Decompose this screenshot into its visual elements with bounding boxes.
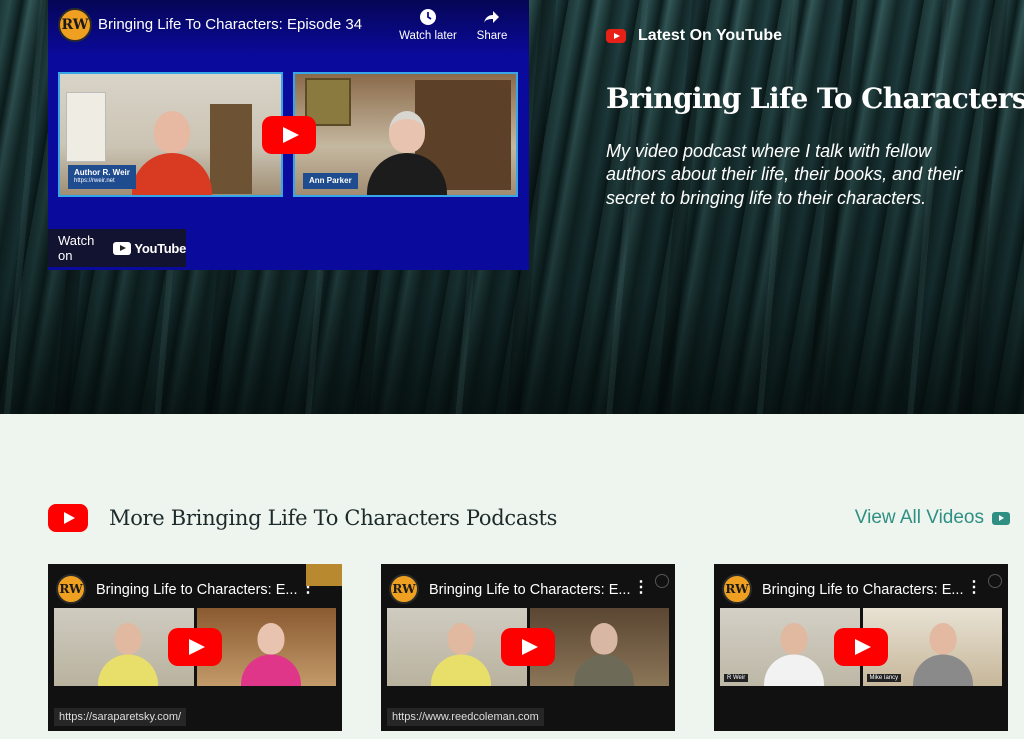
person-shirt [431, 654, 491, 686]
video-card-3[interactable]: RW Bringing Life to Characters: E... ⋮ R… [714, 564, 1008, 731]
person-shirt [98, 654, 158, 686]
channel-logo[interactable]: RW [722, 574, 752, 604]
person [240, 619, 301, 686]
watch-on-youtube-button[interactable]: Watch on YouTube [48, 229, 186, 267]
channel-logo[interactable]: RW [58, 8, 92, 42]
section-title: More Bringing Life To Characters Podcast… [109, 506, 558, 530]
video-card-2[interactable]: RW Bringing Life to Characters: E... ⋮ h… [381, 564, 675, 731]
person-shirt [367, 153, 447, 195]
person-head [590, 623, 617, 655]
card-url-link[interactable]: https://saraparetsky.com/ [54, 708, 187, 726]
watch-on-label: Watch on [58, 233, 95, 263]
person-head [780, 623, 808, 655]
person-shirt [912, 654, 973, 686]
youtube-icon [606, 29, 626, 43]
person-shirt [132, 153, 212, 195]
hero-title: Bringing Life To Characters [606, 82, 1024, 115]
youtube-icon [113, 241, 132, 255]
video-card-1[interactable]: RW Bringing Life to Characters: E... ⋮ h… [48, 564, 342, 731]
clock-icon [420, 9, 436, 25]
youtube-icon [48, 504, 88, 532]
card-title[interactable]: Bringing Life to Characters: E... [762, 582, 964, 598]
video-title[interactable]: Bringing Life To Characters: Episode 34 [98, 16, 362, 33]
person [431, 619, 491, 686]
corner-logo [306, 564, 342, 586]
person-right [367, 105, 447, 195]
play-button[interactable] [834, 628, 888, 666]
person [573, 619, 634, 686]
camera-pane-right: Ann Parker [293, 72, 518, 197]
door [66, 92, 106, 162]
share-icon [484, 11, 499, 23]
youtube-wordmark: YouTube [134, 240, 186, 256]
channel-logo[interactable]: RW [389, 574, 419, 604]
share-label: Share [476, 30, 508, 42]
person [98, 619, 158, 686]
person [912, 619, 973, 686]
camera-label-name: Author R. Weir [74, 167, 130, 177]
more-options-icon[interactable]: ⋮ [966, 580, 982, 596]
youtube-logo: YouTube [113, 241, 186, 256]
person-left [132, 105, 212, 195]
person-head [114, 623, 142, 655]
watch-later-label: Watch later [399, 30, 457, 42]
person-head [447, 623, 475, 655]
youtube-icon [992, 511, 1010, 525]
clock-icon [655, 574, 669, 588]
person-shirt [240, 654, 301, 686]
person-head [257, 623, 284, 655]
hero-banner: RW Bringing Life To Characters: Episode … [0, 0, 1024, 414]
camera-pane-left: Author R. Weir https://rweir.net [58, 72, 283, 197]
view-all-videos-link[interactable]: View All Videos [855, 507, 1010, 529]
person-shirt [573, 654, 634, 686]
camera-label-left: R Weir [724, 674, 749, 682]
latest-label: Latest On YouTube [638, 27, 783, 44]
hero-description: My video podcast where I talk with fello… [606, 141, 963, 208]
person-head [389, 111, 425, 153]
card-title[interactable]: Bringing Life to Characters: E... [96, 582, 298, 598]
camera-label-left: Author R. Weir https://rweir.net [68, 164, 136, 189]
main-video-embed[interactable]: RW Bringing Life To Characters: Episode … [48, 0, 529, 270]
camera-label-url: https://rweir.net [74, 178, 115, 185]
play-button[interactable] [168, 628, 222, 666]
bookshelf [210, 104, 252, 194]
person-head [154, 111, 190, 153]
person-head [929, 623, 956, 655]
play-button[interactable] [501, 628, 555, 666]
watch-later-button[interactable]: Watch later [395, 8, 461, 42]
share-button[interactable]: Share [459, 8, 525, 42]
person-shirt [764, 654, 824, 686]
channel-logo[interactable]: RW [56, 574, 86, 604]
more-options-icon[interactable]: ⋮ [633, 580, 649, 596]
clock-icon [988, 574, 1002, 588]
latest-on-youtube: Latest On YouTube [606, 27, 782, 45]
card-title[interactable]: Bringing Life to Characters: E... [429, 582, 631, 598]
camera-label-right: Ann Parker [303, 172, 358, 189]
play-button[interactable] [262, 116, 316, 154]
person [764, 619, 824, 686]
view-all-label: View All Videos [854, 507, 984, 528]
card-url-link[interactable]: https://www.reedcoleman.com [387, 708, 544, 726]
section-header: More Bringing Life To Characters Podcast… [48, 502, 1010, 536]
camera-label-right: Mike Iancy [866, 674, 902, 682]
